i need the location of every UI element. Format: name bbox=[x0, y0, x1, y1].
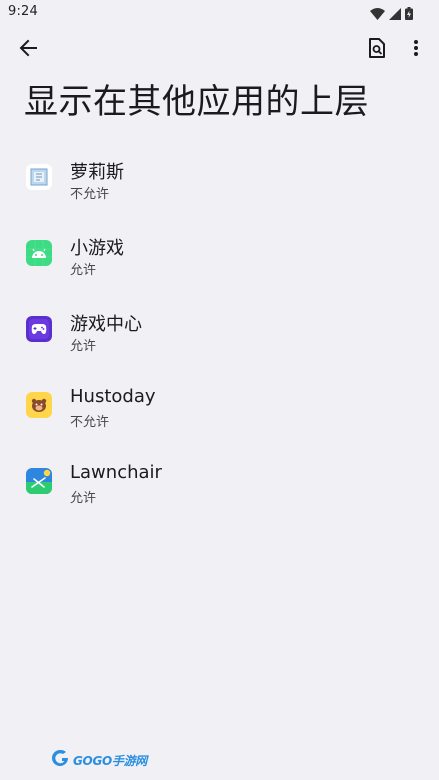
wifi-icon bbox=[370, 5, 385, 24]
android-app-icon bbox=[26, 240, 52, 266]
battery-icon bbox=[405, 5, 413, 24]
hustoday-app-icon bbox=[26, 392, 52, 418]
more-vert-icon bbox=[414, 40, 418, 60]
status-bar: 9:24 bbox=[0, 0, 439, 24]
list-item-app-1[interactable]: 小游戏 允许 bbox=[0, 216, 439, 292]
app-name: 小游戏 bbox=[70, 238, 124, 259]
search-settings-button[interactable] bbox=[363, 36, 391, 64]
list-item-app-4[interactable]: Lawnchair 允许 bbox=[0, 444, 439, 520]
lawnchair-app-icon bbox=[26, 468, 52, 494]
screen: 9:24 显示在其他应用的上层 萝莉斯 不允许 小游戏 允许 游戏中心 允许 H… bbox=[0, 0, 439, 780]
app-permission-status: 允许 bbox=[70, 339, 97, 354]
cellular-icon bbox=[389, 5, 401, 24]
list-item-app-2[interactable]: 游戏中心 允许 bbox=[0, 292, 439, 368]
app-permission-status: 允许 bbox=[70, 491, 97, 506]
app-name: Hustoday bbox=[70, 386, 156, 407]
app-permission-status: 不允许 bbox=[70, 187, 110, 202]
watermark-logo-icon bbox=[50, 749, 70, 771]
lolis-app-icon bbox=[26, 164, 52, 190]
back-button[interactable] bbox=[12, 36, 44, 64]
status-time: 9:24 bbox=[8, 4, 38, 19]
app-name: Lawnchair bbox=[70, 462, 162, 483]
arrow-back-icon bbox=[19, 39, 37, 61]
app-name: 萝莉斯 bbox=[70, 162, 124, 183]
status-icons bbox=[370, 5, 413, 24]
more-options-button[interactable] bbox=[404, 36, 428, 64]
app-name: 游戏中心 bbox=[70, 314, 142, 335]
gamepad-app-icon bbox=[26, 316, 52, 342]
watermark: GOGO手游网 bbox=[50, 749, 147, 771]
app-permission-status: 允许 bbox=[70, 263, 97, 278]
page-title: 显示在其他应用的上层 bbox=[24, 82, 369, 122]
search-settings-icon bbox=[369, 38, 385, 62]
toolbar bbox=[0, 30, 439, 70]
watermark-text: GOGO手游网 bbox=[73, 753, 148, 768]
list-item-app-3[interactable]: Hustoday 不允许 bbox=[0, 368, 439, 444]
list-item-app-0[interactable]: 萝莉斯 不允许 bbox=[0, 140, 439, 216]
app-list: 萝莉斯 不允许 小游戏 允许 游戏中心 允许 Hustoday 不允许 Lawn… bbox=[0, 140, 439, 520]
app-permission-status: 不允许 bbox=[70, 415, 110, 430]
